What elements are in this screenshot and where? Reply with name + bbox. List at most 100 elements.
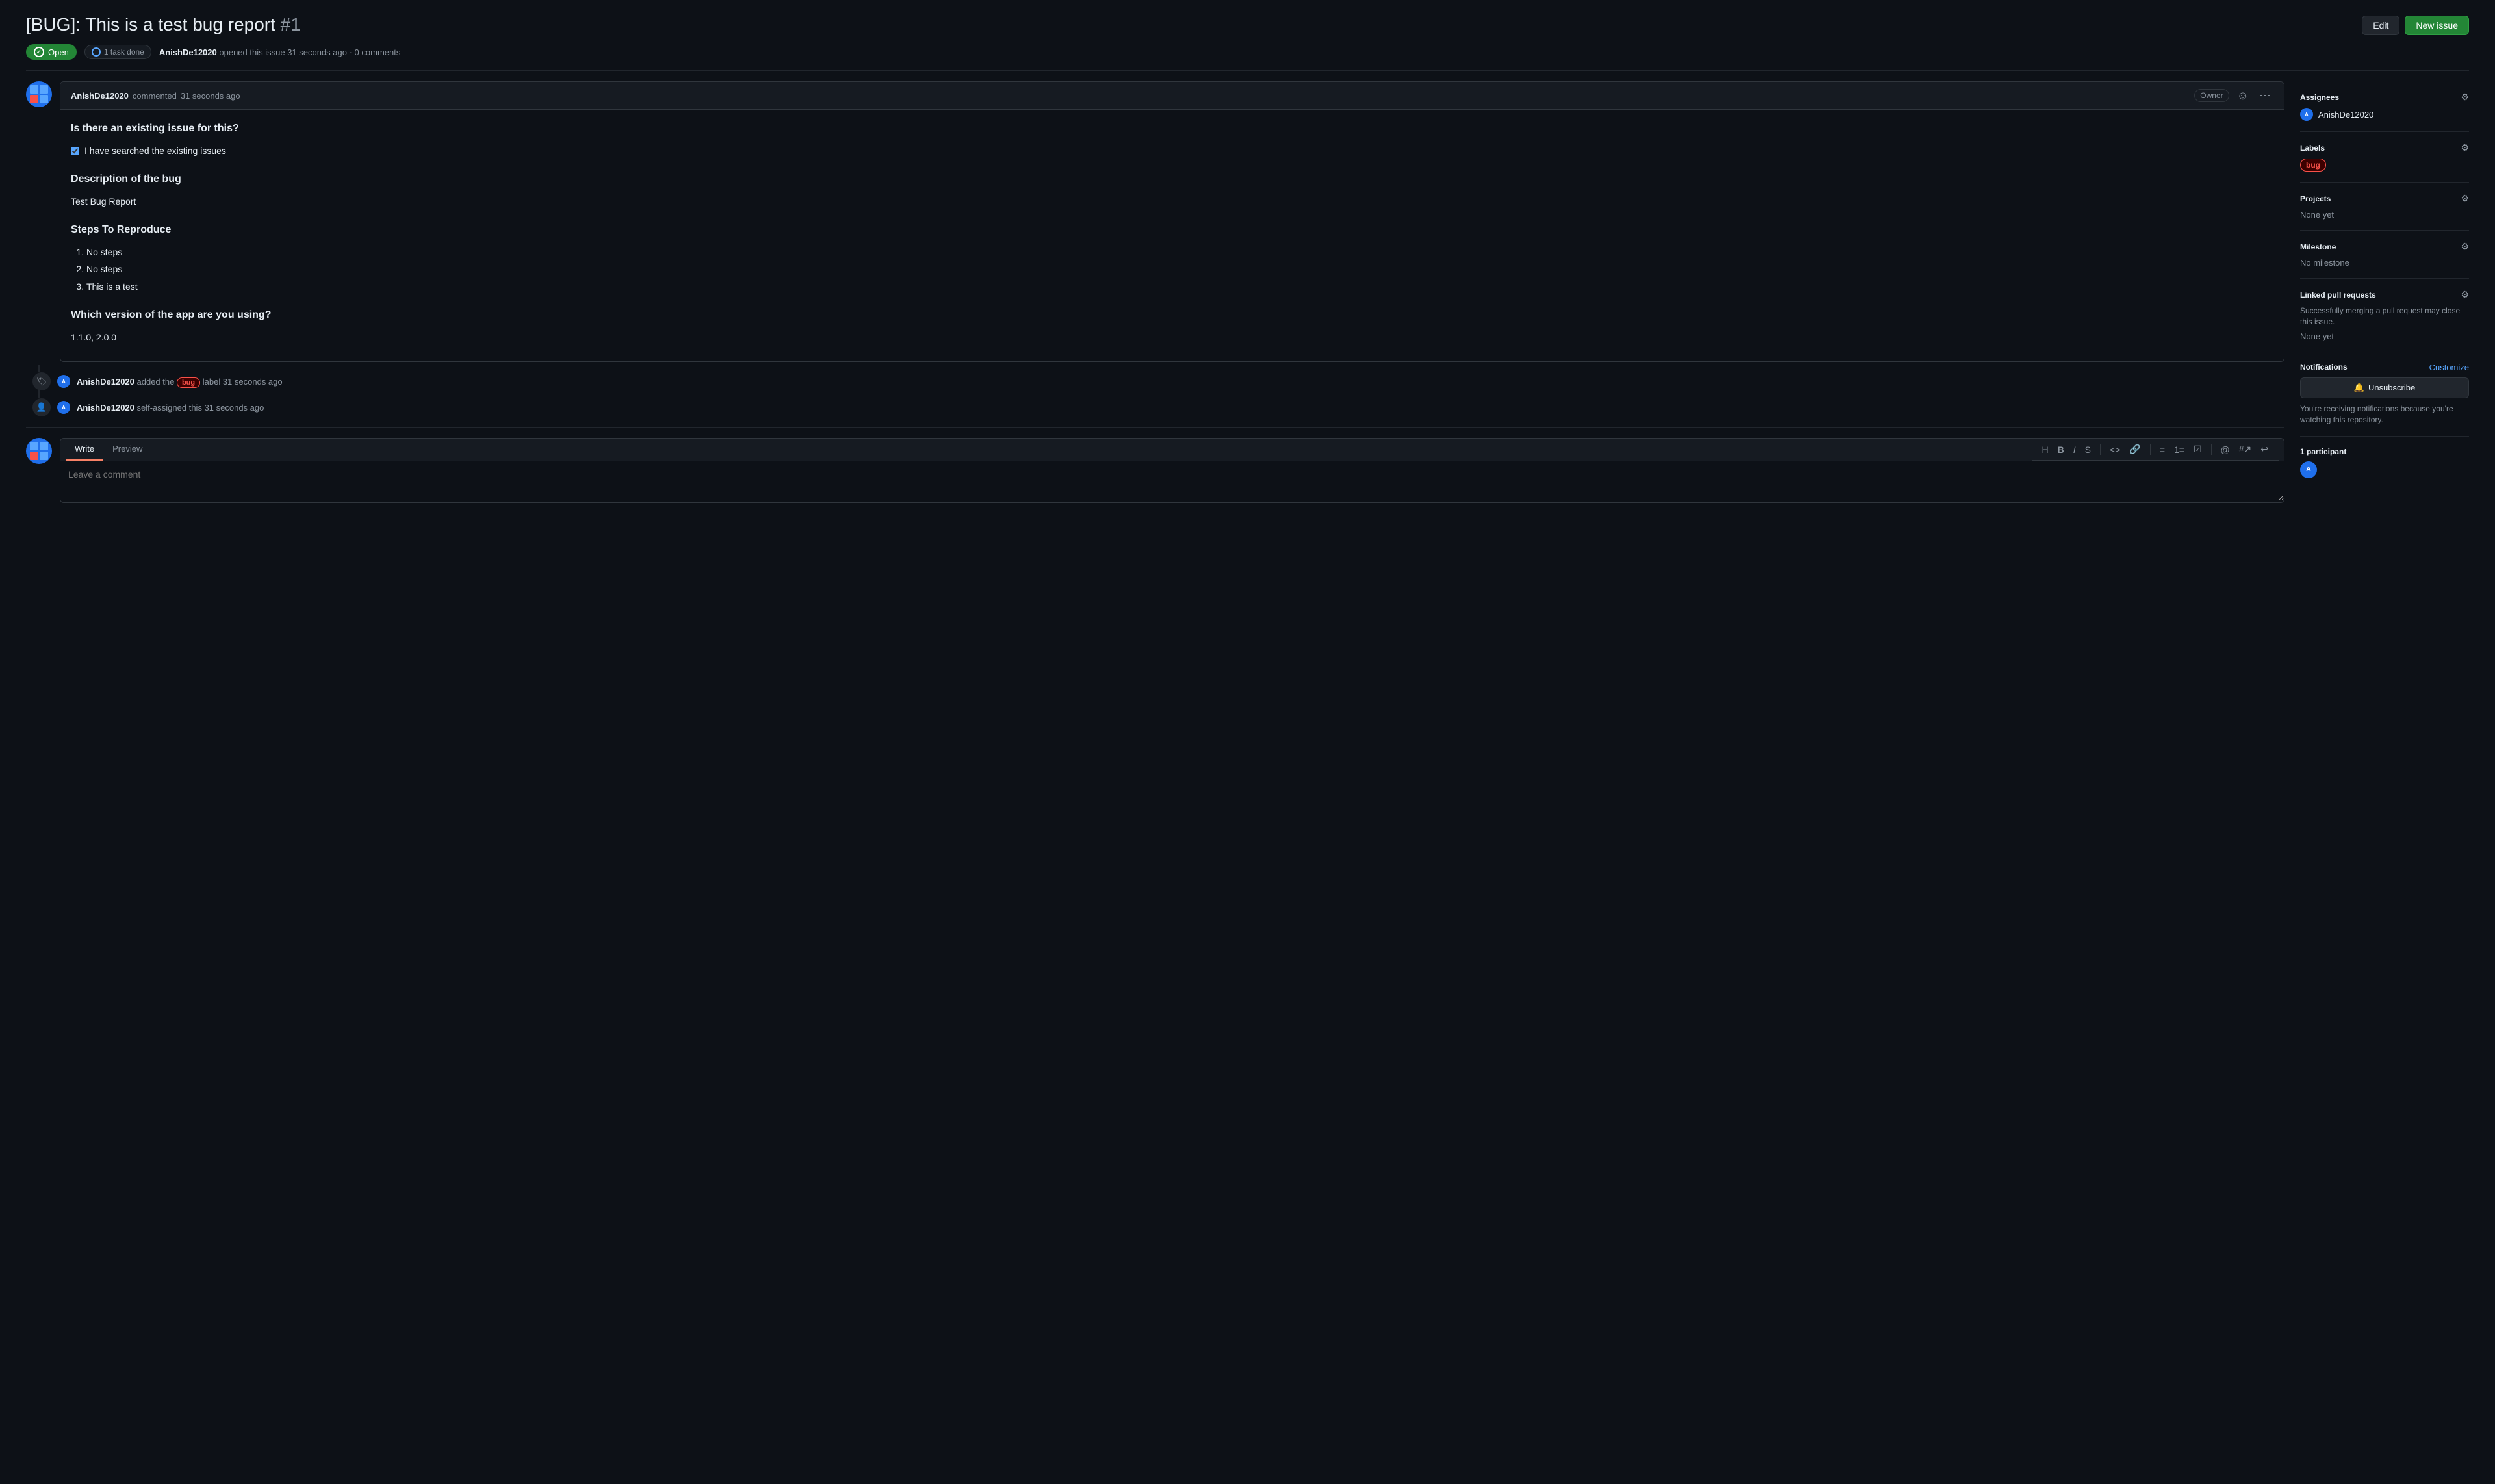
tab-preview[interactable]: Preview (103, 439, 151, 461)
avatar (26, 81, 52, 107)
section3-title: Steps To Reproduce (71, 222, 2273, 238)
comment-time: 31 seconds ago (181, 91, 240, 101)
sidebar-participants: 1 participant A (2300, 437, 2469, 489)
participants-header: 1 participant (2300, 447, 2469, 456)
timeline-text-2: AnishDe12020 self-assigned this 31 secon… (77, 403, 264, 413)
customize-link[interactable]: Customize (2429, 363, 2469, 372)
milestone-gear-button[interactable]: ⚙ (2461, 241, 2469, 252)
edit-button[interactable]: Edit (2362, 16, 2399, 35)
emoji-button[interactable]: ☺ (2234, 88, 2251, 103)
comment-action: commented (133, 91, 177, 101)
current-user-avatar (26, 438, 52, 464)
open-label: Open (48, 47, 69, 57)
open-check-icon: ✓ (34, 47, 44, 57)
toolbar: H B I S <> 🔗 ≡ 1≡ ☑ @ #↗ ↩ (2032, 439, 2279, 461)
header-divider (26, 70, 2469, 71)
italic-button[interactable]: I (2071, 443, 2079, 456)
toolbar-divider-3 (2211, 444, 2212, 455)
sidebar-milestone: Milestone ⚙ No milestone (2300, 231, 2469, 279)
searched-checkbox[interactable] (71, 147, 79, 155)
more-options-button[interactable]: ⋯ (2257, 88, 2273, 103)
participants-row: A (2300, 461, 2469, 478)
comment-input-container: Write Preview H B I S <> 🔗 ≡ 1≡ ☑ (26, 438, 2284, 503)
task-icon (92, 47, 101, 57)
issue-author: AnishDe12020 (159, 47, 217, 57)
comment-input-box: Write Preview H B I S <> 🔗 ≡ 1≡ ☑ (60, 438, 2284, 503)
timeline-text-1: AnishDe12020 added the bug label 31 seco… (77, 377, 283, 387)
issue-title-text: [BUG]: This is a test bug report (26, 14, 275, 34)
participant-avatar: A (2300, 461, 2317, 478)
issue-comments: 0 comments (355, 47, 401, 57)
tab-bar: Write Preview H B I S <> 🔗 ≡ 1≡ ☑ (60, 439, 2284, 461)
main-layout: AnishDe12020 commented 31 seconds ago Ow… (26, 81, 2469, 503)
comment-box: AnishDe12020 commented 31 seconds ago Ow… (60, 81, 2284, 362)
projects-none: None yet (2300, 210, 2334, 220)
sidebar-assignees: Assignees ⚙ A AnishDe12020 (2300, 81, 2469, 132)
participants-title: 1 participant (2300, 447, 2346, 456)
content-area: AnishDe12020 commented 31 seconds ago Ow… (26, 81, 2284, 503)
timeline-author-1: AnishDe12020 (77, 377, 134, 387)
timeline-event-label: 🏷 A AnishDe12020 added the bug label 31 … (26, 372, 2284, 390)
task-done-text: 1 task done (104, 47, 144, 57)
unordered-list-button[interactable]: ≡ (2157, 443, 2168, 456)
toolbar-divider-1 (2100, 444, 2101, 455)
code-button[interactable]: <> (2107, 443, 2123, 456)
page-title: [BUG]: This is a test bug report #1 (26, 13, 301, 36)
heading-button[interactable]: H (2040, 443, 2051, 456)
reference-button[interactable]: #↗ (2236, 442, 2255, 456)
assignees-gear-button[interactable]: ⚙ (2461, 92, 2469, 103)
mention-button[interactable]: @ (2218, 443, 2233, 456)
bug-label-pill: bug (2300, 159, 2326, 172)
issue-meta-text: AnishDe12020 opened this issue 31 second… (159, 47, 401, 57)
projects-gear-button[interactable]: ⚙ (2461, 193, 2469, 204)
linked-pr-header: Linked pull requests ⚙ (2300, 289, 2469, 300)
task-done-badge: 1 task done (84, 45, 151, 59)
linked-pr-title: Linked pull requests (2300, 290, 2376, 300)
labels-title: Labels (2300, 144, 2325, 153)
open-badge: ✓ Open (26, 44, 77, 60)
linked-pr-none: None yet (2300, 331, 2469, 341)
comment-textarea[interactable] (60, 461, 2284, 500)
assignee-name: AnishDe12020 (2318, 110, 2373, 120)
owner-badge: Owner (2194, 89, 2229, 102)
comment-body: Is there an existing issue for this? I h… (60, 110, 2284, 361)
issue-action: opened this issue (219, 47, 285, 57)
bold-button[interactable]: B (2055, 443, 2067, 456)
timeline-avatar-2: A (57, 401, 70, 414)
unsubscribe-button[interactable]: 🔔 Unsubscribe (2300, 377, 2469, 398)
issue-time: 31 seconds ago (287, 47, 347, 57)
notification-note: You're receiving notifications because y… (2300, 403, 2469, 426)
version-text: 1.1.0, 2.0.0 (71, 330, 2273, 344)
toolbar-divider-2 (2150, 444, 2151, 455)
labels-gear-button[interactable]: ⚙ (2461, 142, 2469, 153)
linked-pr-note: Successfully merging a pull request may … (2300, 305, 2469, 327)
assignee-avatar: A (2300, 108, 2313, 121)
list-item: This is a test (86, 279, 2273, 294)
tab-write[interactable]: Write (66, 439, 103, 461)
timeline-divider (26, 427, 2284, 428)
milestone-none: No milestone (2300, 258, 2349, 268)
notifications-title: Notifications (2300, 363, 2348, 372)
timeline-author-2: AnishDe12020 (77, 403, 134, 413)
issue-meta: ✓ Open 1 task done AnishDe12020 opened t… (26, 44, 2469, 60)
undo-button[interactable]: ↩ (2258, 442, 2271, 456)
strikethrough-button[interactable]: S (2082, 443, 2093, 456)
steps-list: No steps No steps This is a test (71, 245, 2273, 294)
sidebar-projects: Projects ⚙ None yet (2300, 183, 2469, 231)
sidebar-labels: Labels ⚙ bug (2300, 132, 2469, 183)
section4-title: Which version of the app are you using? (71, 307, 2273, 324)
comment-container: AnishDe12020 commented 31 seconds ago Ow… (26, 81, 2284, 362)
list-item: No steps (86, 245, 2273, 259)
sidebar: Assignees ⚙ A AnishDe12020 Labels ⚙ bug … (2300, 81, 2469, 488)
issue-number: #1 (281, 14, 301, 34)
link-button[interactable]: 🔗 (2127, 442, 2143, 456)
header-buttons: Edit New issue (2362, 16, 2469, 35)
assignees-title: Assignees (2300, 93, 2339, 102)
new-issue-button[interactable]: New issue (2405, 16, 2469, 35)
task-list-button[interactable]: ☑ (2191, 442, 2205, 456)
linked-pr-gear-button[interactable]: ⚙ (2461, 289, 2469, 300)
ordered-list-button[interactable]: 1≡ (2171, 443, 2187, 456)
issue-header: [BUG]: This is a test bug report #1 Edit… (26, 13, 2469, 36)
section1-title: Is there an existing issue for this? (71, 120, 2273, 137)
projects-header: Projects ⚙ (2300, 193, 2469, 204)
